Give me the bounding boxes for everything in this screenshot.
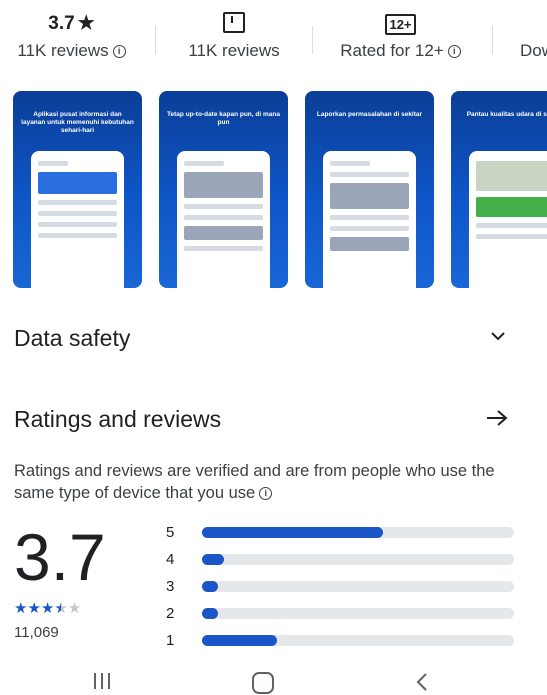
rating-bar-fill bbox=[202, 608, 218, 619]
screenshot-2[interactable]: Tetap up-to-date kapan pun, di mana pun bbox=[159, 91, 288, 288]
home-button[interactable] bbox=[252, 672, 274, 694]
rating-row-label: 1 bbox=[166, 632, 175, 649]
screenshot-caption: Tetap up-to-date kapan pun, di mana pun bbox=[167, 111, 280, 126]
rating-bar-track bbox=[202, 608, 514, 619]
star-icon: ★ bbox=[27, 600, 41, 617]
screenshot-caption: Pantau kualitas udara di sekitar bbox=[466, 111, 547, 118]
phone-mockup bbox=[323, 151, 416, 288]
downloads-cutoff-stat: Dow bbox=[520, 12, 547, 61]
ratings-description-text: Ratings and reviews are verified and are… bbox=[14, 462, 495, 502]
data-safety-title[interactable]: Data safety bbox=[14, 325, 130, 352]
average-rating: 3.7 bbox=[14, 520, 106, 594]
phone-mockup bbox=[31, 151, 124, 288]
ratings-count: 11,069 bbox=[14, 624, 59, 641]
rating-row-label: 2 bbox=[166, 605, 175, 622]
arrow-right-icon[interactable] bbox=[485, 409, 509, 427]
ratings-description: Ratings and reviews are verified and are… bbox=[14, 460, 534, 504]
screenshot-1[interactable]: Aplikasi pusat informasi dan layanan unt… bbox=[13, 91, 142, 288]
divider bbox=[155, 26, 156, 54]
divider bbox=[312, 26, 313, 54]
system-nav-bar bbox=[0, 660, 547, 695]
screenshot-4[interactable]: Pantau kualitas udara di sekitar bbox=[451, 91, 547, 288]
star-half-icon: ★ bbox=[54, 600, 68, 617]
star-icon: ★ bbox=[77, 13, 95, 34]
info-icon[interactable]: i bbox=[112, 45, 126, 59]
content-rating-label: Rated for 12+ bbox=[340, 41, 444, 60]
phone-mockup bbox=[469, 151, 547, 288]
screenshot-caption: Aplikasi pusat informasi dan layanan unt… bbox=[21, 111, 134, 134]
info-icon[interactable]: i bbox=[259, 487, 273, 501]
rating-stat[interactable]: 3.7 ★ 11K reviews i bbox=[14, 12, 129, 61]
download-icon bbox=[223, 12, 245, 33]
back-button[interactable] bbox=[414, 672, 430, 692]
info-icon[interactable]: i bbox=[447, 45, 461, 59]
rating-bar-fill bbox=[202, 527, 383, 538]
star-empty-icon: ★ bbox=[67, 600, 82, 617]
rating-bar-track bbox=[202, 527, 514, 538]
rating-bar-track bbox=[202, 635, 514, 646]
rating-row-label: 5 bbox=[166, 524, 175, 541]
content-rating-stat[interactable]: 12+ Rated for 12+ i bbox=[333, 12, 468, 61]
screenshot-carousel[interactable]: Aplikasi pusat informasi dan layanan unt… bbox=[13, 91, 547, 291]
rating-bar-track bbox=[202, 581, 514, 592]
rating-bar-fill bbox=[202, 635, 277, 646]
rating-bar-fill bbox=[202, 581, 218, 592]
cutoff-label: Dow bbox=[520, 41, 547, 60]
rating-bar-fill bbox=[202, 554, 224, 565]
rating-value: 3.7 bbox=[48, 13, 75, 34]
star-icon: ★ bbox=[14, 600, 28, 617]
downloads-stat[interactable]: 11K reviews bbox=[180, 12, 288, 61]
screenshot-3[interactable]: Laporkan permasalahan di sekitar bbox=[305, 91, 434, 288]
screenshot-caption: Laporkan permasalahan di sekitar bbox=[316, 111, 423, 118]
chevron-down-icon[interactable] bbox=[490, 330, 506, 342]
recents-button[interactable] bbox=[92, 673, 112, 689]
phone-mockup bbox=[177, 151, 270, 288]
divider bbox=[492, 26, 493, 54]
age-rating-badge: 12+ bbox=[385, 14, 416, 35]
star-rating: ★★★★★ bbox=[14, 599, 81, 618]
rating-row-label: 3 bbox=[166, 578, 175, 595]
star-icon: ★ bbox=[40, 600, 55, 617]
rating-row-label: 4 bbox=[166, 551, 175, 568]
reviews-count-label: 11K reviews bbox=[17, 41, 109, 60]
downloads-label: 11K reviews bbox=[188, 41, 280, 60]
app-stats-row: 3.7 ★ 11K reviews i 11K reviews 12+ Rated … bbox=[0, 0, 547, 80]
rating-bar-track bbox=[202, 554, 514, 565]
ratings-title[interactable]: Ratings and reviews bbox=[14, 406, 221, 433]
